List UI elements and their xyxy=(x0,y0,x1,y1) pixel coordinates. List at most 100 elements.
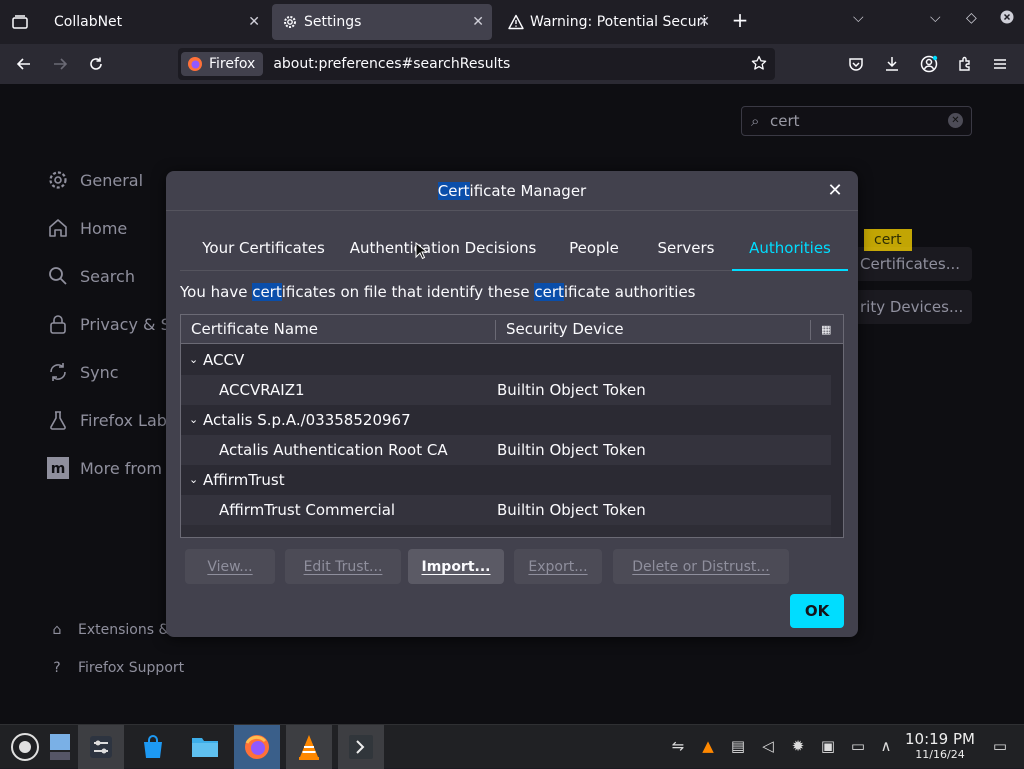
tree-cert-row[interactable]: Actalis Authentication Root CA Builtin O… xyxy=(181,435,831,465)
description-text: ificates on file that identify these xyxy=(281,283,535,301)
desktop-pager[interactable] xyxy=(46,725,74,769)
tab-list-button[interactable] xyxy=(0,0,40,44)
clipboard-tray-icon[interactable]: ▤ xyxy=(728,737,748,755)
tree-group-row[interactable]: ⌄ AffirmTrust xyxy=(181,465,831,495)
tab-title: Settings xyxy=(304,14,362,30)
sync-icon xyxy=(46,360,70,384)
close-icon[interactable]: ✕ xyxy=(698,14,710,30)
forward-icon[interactable] xyxy=(48,52,72,76)
show-desktop-icon[interactable]: ▭ xyxy=(990,737,1010,755)
settings-search-input[interactable]: ⌕ cert ✕ xyxy=(741,106,972,136)
tree-cert-row[interactable]: AffirmTrust Commercial Builtin Object To… xyxy=(181,495,831,525)
taskbar-system-settings[interactable] xyxy=(78,725,124,769)
app-launcher-button[interactable] xyxy=(2,725,48,769)
digital-clock[interactable]: 10:19 PM 11/16/24 xyxy=(904,731,976,762)
category-firefox-labs[interactable]: Firefox Labs xyxy=(46,408,175,432)
network-tray-icon[interactable]: ⇋ xyxy=(668,737,688,755)
clear-search-icon[interactable]: ✕ xyxy=(948,113,963,128)
category-privacy[interactable]: Privacy & Se xyxy=(46,312,181,336)
tab-servers[interactable]: Servers xyxy=(652,229,720,271)
bookmark-star-icon[interactable] xyxy=(751,55,767,75)
tree-group-row[interactable]: ⌄ ACCV xyxy=(181,345,831,375)
edit-trust-button[interactable]: Edit Trust... xyxy=(285,549,401,584)
taskbar-terminal[interactable] xyxy=(338,725,384,769)
import-button[interactable]: Import... xyxy=(408,549,504,584)
opensuse-icon xyxy=(11,733,39,761)
expand-chevron-icon[interactable]: ⌄ xyxy=(189,345,198,375)
tab-authorities[interactable]: Authorities xyxy=(732,229,848,271)
desktop-icon xyxy=(50,734,70,760)
restore-icon[interactable]: ◇ xyxy=(966,10,977,26)
reload-icon[interactable] xyxy=(84,52,108,76)
vlc-tray-icon[interactable]: ▲ xyxy=(698,737,718,755)
expand-tray-icon[interactable]: ∧ xyxy=(876,737,896,755)
column-picker-icon[interactable]: ▦ xyxy=(821,315,831,344)
category-label: Search xyxy=(80,266,135,286)
description-highlight: cert xyxy=(534,283,564,301)
list-all-tabs-icon[interactable]: ⌵ xyxy=(853,10,864,26)
extensions-icon[interactable] xyxy=(953,52,977,76)
tab-warning[interactable]: Warning: Potential Securi ✕ xyxy=(498,4,718,40)
taskbar-vlc[interactable] xyxy=(286,725,332,769)
category-home[interactable]: Home xyxy=(46,216,127,240)
dialog-close-icon[interactable]: ✕ xyxy=(824,180,846,202)
volume-muted-tray-icon[interactable]: ◁ xyxy=(758,737,778,755)
pocket-icon[interactable] xyxy=(844,52,868,76)
tree-group-row[interactable]: ⌄ Actalis S.p.A./03358520967 xyxy=(181,405,831,435)
delete-or-distrust-button[interactable]: Delete or Distrust... xyxy=(613,549,789,584)
close-icon[interactable]: ✕ xyxy=(472,14,484,30)
view-certificates-button[interactable]: Certificates... xyxy=(850,247,972,281)
view-button[interactable]: View... xyxy=(185,549,275,584)
category-label: Home xyxy=(80,218,128,238)
identity-box[interactable]: Firefox xyxy=(181,52,264,76)
column-security-device[interactable]: Security Device xyxy=(506,315,624,344)
expand-chevron-icon[interactable]: ⌄ xyxy=(189,405,198,435)
account-icon[interactable] xyxy=(917,52,941,76)
footer-firefox-support[interactable]: ? Firefox Support xyxy=(48,660,184,676)
column-certificate-name[interactable]: Certificate Name xyxy=(191,315,318,344)
category-search[interactable]: Search xyxy=(46,264,135,288)
footer-extensions-themes[interactable]: ⌂ Extensions & T xyxy=(48,622,183,638)
taskbar-file-manager[interactable] xyxy=(182,725,228,769)
settings-sliders-icon xyxy=(90,736,112,758)
home-icon xyxy=(46,216,70,240)
category-sync[interactable]: Sync xyxy=(46,360,119,384)
tab-settings[interactable]: Settings ✕ xyxy=(272,4,492,40)
category-more-from-mozilla[interactable]: m More from M xyxy=(46,456,181,480)
storage-tray-icon[interactable]: ▣ xyxy=(818,737,838,755)
minimize-icon[interactable]: ⌵ xyxy=(930,10,941,26)
downloads-icon[interactable] xyxy=(880,52,904,76)
window-close-icon[interactable] xyxy=(1000,10,1014,28)
app-menu-icon[interactable] xyxy=(988,52,1012,76)
taskbar-firefox[interactable] xyxy=(234,725,280,769)
export-button[interactable]: Export... xyxy=(514,549,602,584)
gear-icon xyxy=(46,168,70,192)
brightness-tray-icon[interactable]: ✹ xyxy=(788,737,808,755)
close-icon[interactable]: ✕ xyxy=(248,14,260,30)
tab-people[interactable]: People xyxy=(560,229,628,271)
display-tray-icon[interactable]: ▭ xyxy=(848,737,868,755)
url-bar[interactable]: Firefox about:preferences#searchResults xyxy=(178,48,775,80)
ok-button[interactable]: OK xyxy=(790,594,844,628)
tree-cert-row-partial[interactable] xyxy=(181,525,831,537)
category-general[interactable]: General xyxy=(46,168,143,192)
security-devices-button[interactable]: rity Devices... xyxy=(850,290,972,324)
cert-device: Builtin Object Token xyxy=(497,501,646,519)
tab-authentication-decisions[interactable]: Authentication Decisions xyxy=(346,229,540,271)
gear-icon xyxy=(282,14,298,30)
url-text[interactable]: about:preferences#searchResults xyxy=(273,56,510,72)
cert-name: Actalis Authentication Root CA xyxy=(219,441,448,459)
tab-your-certificates[interactable]: Your Certificates xyxy=(186,229,341,271)
certificate-tree[interactable]: Certificate Name Security Device ▦ ⌄ ACC… xyxy=(180,314,844,538)
column-separator[interactable] xyxy=(495,320,496,340)
tab-collabnet[interactable]: CollabNet ✕ xyxy=(44,4,268,40)
expand-chevron-icon[interactable]: ⌄ xyxy=(189,465,198,495)
back-icon[interactable] xyxy=(12,52,36,76)
category-label: Firefox Labs xyxy=(80,410,176,430)
column-separator[interactable] xyxy=(810,320,811,340)
group-name: ACCV xyxy=(203,351,245,369)
taskbar-discover[interactable] xyxy=(130,725,176,769)
new-tab-button[interactable]: + xyxy=(728,8,752,32)
lock-icon xyxy=(46,312,70,336)
tree-cert-row[interactable]: ACCVRAIZ1 Builtin Object Token xyxy=(181,375,831,405)
